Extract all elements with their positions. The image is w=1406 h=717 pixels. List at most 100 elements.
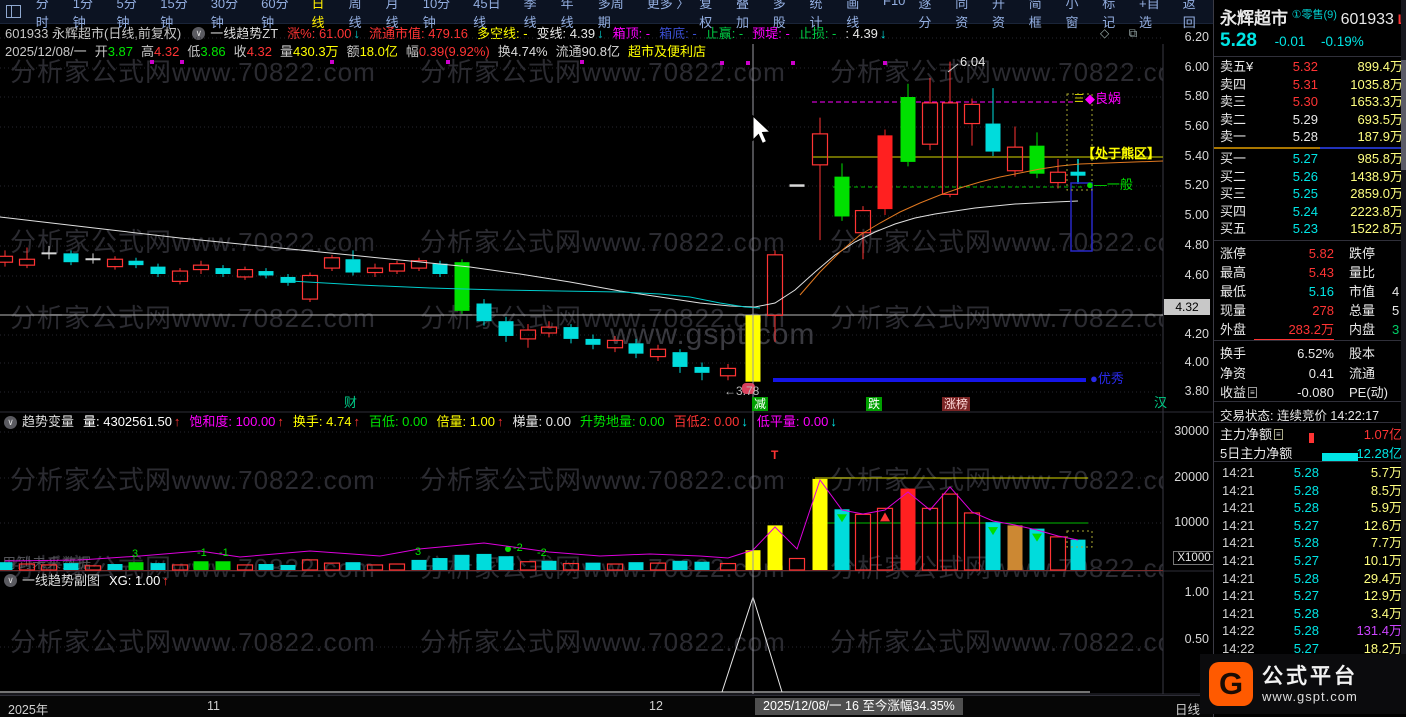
tick-row-9: 14:22 5.28 131.4万 <box>1222 623 1402 639</box>
chart-label-4: ●—一般 <box>1086 177 1133 192</box>
arrow-down-icon: ↓ <box>741 414 748 429</box>
bid-ask-divider <box>1214 147 1406 149</box>
volume-signal-number: -1 <box>219 547 229 560</box>
period-label[interactable]: 日线 <box>1175 699 1200 717</box>
ask-row-3[interactable]: 卖二 5.29 693.5万 <box>1214 111 1406 129</box>
volume-indicator-header: ∨ 趋势变量 量: 4302561.50 ↑ 饱和度: 100.00 ↑ 换手: 4.74 ↑… <box>0 413 846 431</box>
svg-text:T: T <box>771 448 779 462</box>
gspt-logo-url: www.gspt.com <box>1262 688 1358 704</box>
vol-header-token-2: 饱和度: 100.00 <box>189 414 276 429</box>
price-axis-label: 6.00 <box>1184 60 1209 74</box>
ask-row-4[interactable]: 卖一 5.28 187.9万 <box>1214 128 1406 146</box>
ohlc-info-bar: 2025/12/08/一开 3.87 高 4.32 低 3.86 收 4.32 量 430.3万额… <box>0 43 706 61</box>
app-root: 分析家公式网www.70822.com 分析家公式网www.70822.com 分析… <box>0 0 1406 717</box>
arrow-down-icon: ↓ <box>830 414 837 429</box>
flow-value: 1.07亿 <box>1363 427 1402 442</box>
bid-row-4[interactable]: 买五 5.23 1522.8万 <box>1214 220 1406 238</box>
timeline-month-label: 12 <box>649 699 663 713</box>
sub-header-token-1: XG: 1.00 <box>109 573 161 588</box>
ask-row-0[interactable]: 卖五¥ 5.32 899.4万 <box>1214 58 1406 76</box>
price-axis-label: 4.00 <box>1184 355 1209 369</box>
stat-row: 换手 6.52% 股本 <box>1220 346 1376 361</box>
collapse-chevron-icon[interactable]: ∨ <box>4 415 17 429</box>
stock-name[interactable]: 永辉超市 <box>1220 9 1288 28</box>
datebar-token-14: 0.39(9.92%) <box>418 44 490 59</box>
datebar-token-6: 3.86 <box>200 44 226 59</box>
tick-row-6: 14:21 5.28 29.4万 <box>1222 570 1402 586</box>
arrow-up-icon: ↑ <box>162 573 169 588</box>
marquee-chip-2: 涨榜 <box>942 397 971 411</box>
arrow-up-icon: ↑ <box>173 414 181 429</box>
bid-row-2[interactable]: 买三 5.25 2859.0万 <box>1214 185 1406 203</box>
volume-signal-number: -2 <box>537 546 547 559</box>
stat-row: 收益 ≡ -0.080 PE(动) <box>1220 385 1389 400</box>
price-axis-label: 5.00 <box>1184 208 1209 222</box>
bottom-timeline-bar: 2025年 11 12 2025/12/08/一 16 至今涨幅34.35% 日线 <box>0 695 1406 717</box>
ask-row-2[interactable]: 卖三 5.30 1653.3万 <box>1214 93 1406 111</box>
datebar-token-1: 开 <box>94 44 108 59</box>
stat-row: 最低 5.16 市值 4 <box>1220 284 1400 299</box>
scrollbar-thumb[interactable] <box>1401 60 1406 170</box>
stat-row: 外盘 283.2万 内盘 3 <box>1214 320 1406 340</box>
tick-row-0: 14:21 5.28 5.7万 <box>1222 465 1402 480</box>
datebar-token-18: 90.8亿 <box>581 44 620 59</box>
stat-row: 现量 278 总量 5 <box>1220 303 1400 318</box>
collapse-chevron-icon[interactable]: ∨ <box>4 574 17 587</box>
tick-row-5: 14:21 5.27 10.1万 <box>1222 553 1402 568</box>
vol-header-token-5: 倍量: 1.00 <box>436 414 496 429</box>
chart-label-2: ◆良娲 <box>1085 91 1121 106</box>
quote-price-row: 5.28 -0.01 -0.19% <box>1220 30 1364 52</box>
datebar-token-4: 4.32 <box>154 44 180 59</box>
chart-label-8: 汉 <box>1154 395 1168 410</box>
datebar-token-10: 430.3万 <box>293 44 339 59</box>
datebar-token-3: 高 <box>141 44 155 59</box>
datebar-token-12: 18.0亿 <box>359 44 398 59</box>
datebar-token-9: 量 <box>280 44 294 59</box>
stat-row: 最高 5.43 量比 <box>1220 265 1376 280</box>
quote-title: 永辉超市 ①零售(9) 601933 L <box>1220 4 1406 28</box>
volume-signal-number: -2 <box>513 542 523 555</box>
chart-label-7: 财 <box>344 395 358 410</box>
vol-header-token-8: 百低2: 0.00 <box>673 414 740 429</box>
sub-axis-label: 0.50 <box>1184 632 1209 646</box>
timeline-year-label: 2025年 <box>8 703 49 717</box>
chart-label-0: 6.04 <box>960 54 986 69</box>
marquee-chip-1: 跌 <box>866 397 883 411</box>
datebar-token-19: 超市及便利店 <box>627 44 706 59</box>
last-price: 5.28 <box>1220 30 1257 51</box>
price-axis-label: 5.80 <box>1184 89 1209 103</box>
ask-row-1[interactable]: 卖四 5.31 1035.8万 <box>1214 76 1406 94</box>
price-axis-label: 5.40 <box>1184 149 1209 163</box>
datebar-token-8: 4.32 <box>246 44 272 59</box>
vol-header-token-9: 低平量: 0.00 <box>756 414 829 429</box>
selected-date-status: 2025/12/08/一 16 至今涨幅34.35% <box>755 698 963 715</box>
bid-row-0[interactable]: 买一 5.27 985.8万 <box>1214 150 1406 168</box>
price-axis-label: 4.80 <box>1184 238 1209 252</box>
volume-axis-label: 10000 <box>1174 515 1209 529</box>
tick-row-7: 14:21 5.27 12.9万 <box>1222 588 1402 604</box>
vol-header-token-7: 升势地量: 0.00 <box>580 414 665 429</box>
price-axis-label: 3.80 <box>1184 384 1209 398</box>
tick-row-2: 14:21 5.28 5.9万 <box>1222 500 1402 516</box>
sub-axis-label: 1.00 <box>1184 585 1209 599</box>
vendor-logo-overlay: G 公式平台 www.gspt.com <box>1200 654 1406 714</box>
list-icon[interactable]: ≡ <box>1274 429 1283 440</box>
timeline-month-label: 11 <box>207 699 220 713</box>
volume-signal-number: 3 <box>132 548 139 561</box>
marquee-chip-0: 减 <box>752 397 769 411</box>
datebar-token-5: 低 <box>187 44 201 59</box>
vol-header-token-0: 趋势变量 <box>22 414 75 429</box>
vol-header-token-4: 百低: 0.00 <box>368 414 428 429</box>
gspt-logo-brand: 公式平台 <box>1262 664 1358 688</box>
bid-row-3[interactable]: 买四 5.24 2223.8万 <box>1214 203 1406 221</box>
bid-row-1[interactable]: 买二 5.26 1438.9万 <box>1214 168 1406 186</box>
chart-corner-icons[interactable]: ◇ ⧉ <box>1100 26 1145 41</box>
industry-tag[interactable]: ①零售(9) <box>1292 9 1337 21</box>
arrow-up-icon: ↑ <box>497 414 504 429</box>
datebar-token-2: 3.87 <box>107 44 134 59</box>
volume-axis-label: 30000 <box>1174 424 1209 438</box>
volume-signal-number: -1 <box>197 547 207 560</box>
stock-code: 601933 <box>1340 11 1394 28</box>
datebar-token-11: 额 <box>346 44 360 59</box>
price-change-pct: -0.19% <box>1321 34 1364 49</box>
